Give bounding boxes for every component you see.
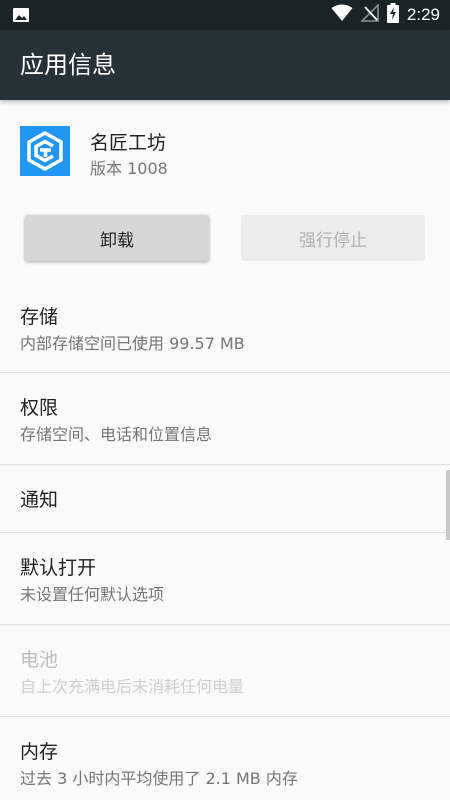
settings-item-title: 默认打开 xyxy=(20,557,97,579)
settings-item-subtitle: 内部存储空间已使用 99.57 MB xyxy=(20,334,245,353)
uninstall-button[interactable]: 卸载 xyxy=(25,215,209,261)
status-bar: 2:29 xyxy=(0,0,450,30)
settings-item-subtitle: 过去 3 小时内平均使用了 2.1 MB 内存 xyxy=(20,769,298,788)
wifi-icon xyxy=(331,4,353,26)
force-stop-button[interactable]: 强行停止 xyxy=(241,215,425,261)
settings-item-battery: 电池 自上次充满电后未消耗任何电量 xyxy=(0,625,450,717)
settings-item-storage[interactable]: 存储 内部存储空间已使用 99.57 MB xyxy=(0,282,450,373)
status-time: 2:29 xyxy=(406,5,440,24)
settings-item-title: 存储 xyxy=(20,306,59,328)
settings-item-subtitle: 未设置任何默认选项 xyxy=(20,585,165,604)
no-signal-icon xyxy=(359,3,379,26)
scrollbar[interactable] xyxy=(446,470,450,540)
settings-item-title: 电池 xyxy=(20,649,59,671)
image-notification-icon xyxy=(12,6,30,24)
settings-item-subtitle: 自上次充满电后未消耗任何电量 xyxy=(20,677,245,696)
settings-item-permissions[interactable]: 权限 存储空间、电话和位置信息 xyxy=(0,373,450,465)
app-icon xyxy=(20,126,70,176)
settings-item-title: 权限 xyxy=(20,397,59,419)
battery-charging-icon xyxy=(386,3,399,27)
app-name: 名匠工坊 xyxy=(90,132,167,154)
settings-item-subtitle: 存储空间、电话和位置信息 xyxy=(20,425,213,444)
settings-item-notifications[interactable]: 通知 xyxy=(0,465,450,533)
app-bar: 应用信息 xyxy=(0,30,450,100)
page-title: 应用信息 xyxy=(20,51,116,79)
app-info-content: 名匠工坊 版本 1008 卸载 强行停止 存储 内部存储空间已使用 99.57 … xyxy=(0,100,450,800)
settings-item-open-by-default[interactable]: 默认打开 未设置任何默认选项 xyxy=(0,533,450,625)
app-header: 名匠工坊 版本 1008 xyxy=(0,100,450,200)
settings-item-title: 通知 xyxy=(20,489,59,511)
app-version: 版本 1008 xyxy=(90,159,168,178)
settings-item-memory[interactable]: 内存 过去 3 小时内平均使用了 2.1 MB 内存 xyxy=(0,717,450,800)
settings-item-title: 内存 xyxy=(20,741,59,763)
